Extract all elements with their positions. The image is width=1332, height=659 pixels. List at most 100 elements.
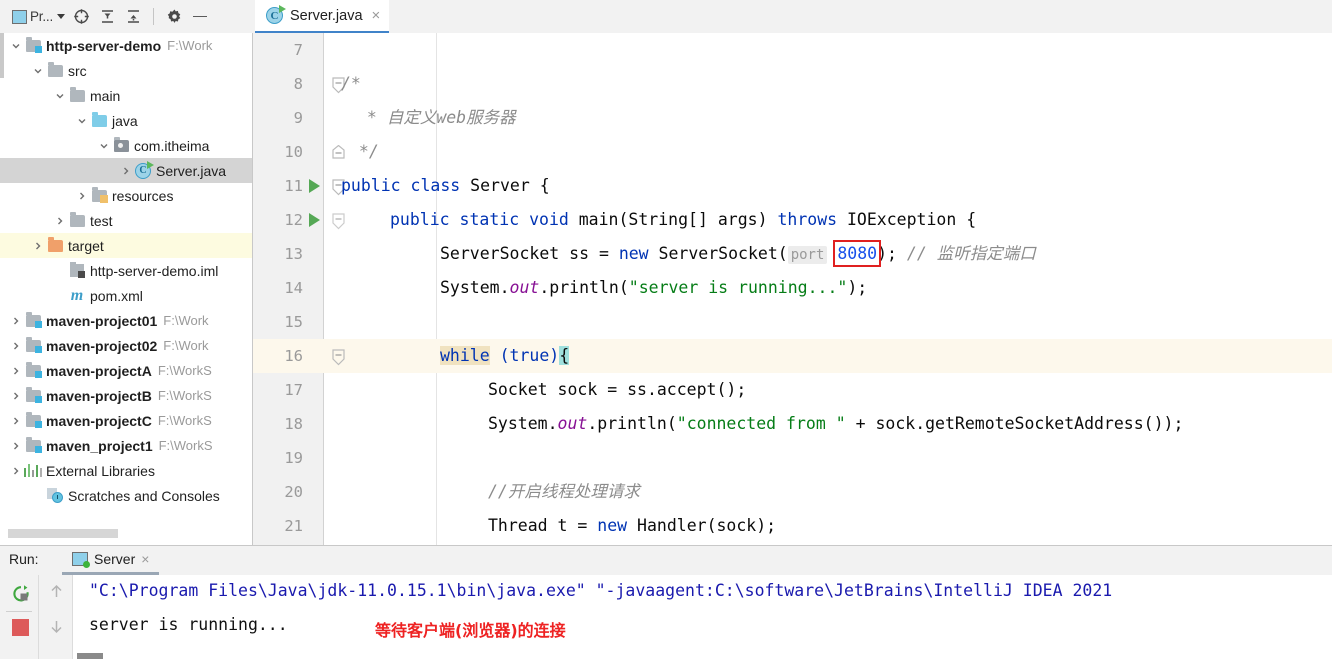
line-number: 13 [284, 245, 303, 263]
tree-item-label: src [68, 62, 87, 79]
while-condition: (true) [489, 346, 560, 365]
tree-item-label: java [112, 112, 138, 129]
hide-panel-icon[interactable] [190, 7, 210, 27]
tree-item-label: External Libraries [46, 462, 155, 479]
tree-item-label: maven-projectA [46, 362, 152, 379]
comment-star: * [357, 108, 387, 127]
line-number: 20 [284, 483, 303, 501]
code-line-15: 15 [253, 305, 1332, 339]
chevron-right-icon[interactable] [8, 466, 24, 476]
tree-item-target[interactable]: target [0, 233, 252, 258]
tree-item-http-server-demo[interactable]: http-server-demo F:\Work [0, 33, 252, 58]
horizontal-scrollbar[interactable] [8, 529, 118, 538]
code-line-14: 14 System.out.println("server is running… [253, 271, 1332, 305]
project-tree[interactable]: http-server-demo F:\Work src main java c… [0, 33, 253, 545]
tree-item-maven-project02[interactable]: maven-project02 F:\Work [0, 333, 252, 358]
tree-item-label: maven_project1 [46, 437, 153, 454]
rerun-button[interactable] [11, 584, 31, 604]
tree-item-label: pom.xml [90, 287, 143, 304]
tree-item-external-libraries[interactable]: External Libraries [0, 458, 252, 483]
tree-item-label: http-server-demo.iml [90, 262, 219, 279]
tree-item-src[interactable]: src [0, 58, 252, 83]
run-gutter-icon[interactable] [309, 179, 320, 193]
inline-comment: // 监听指定端口 [906, 243, 1036, 263]
code-line-19: 19 [253, 441, 1332, 475]
code-text: while (true){ [440, 339, 570, 373]
tree-item-maven-projectA[interactable]: maven-projectA F:\WorkS [0, 358, 252, 383]
chevron-right-icon[interactable] [8, 366, 24, 376]
line-number: 17 [284, 381, 303, 399]
module-folder-icon [24, 387, 42, 403]
locate-icon[interactable] [71, 7, 91, 27]
chevron-right-icon[interactable] [8, 341, 24, 351]
fold-marker-icon[interactable] [331, 212, 346, 229]
chevron-down-icon[interactable] [74, 116, 90, 126]
chevron-right-icon[interactable] [8, 441, 24, 451]
scroll-down-button[interactable] [48, 618, 65, 635]
folder-icon [46, 62, 64, 77]
chevron-right-icon[interactable] [74, 191, 90, 201]
parameter-hint-port: port [787, 245, 828, 264]
run-config-icon [72, 552, 90, 568]
close-icon[interactable]: × [141, 551, 149, 567]
kw-class: class [410, 176, 461, 195]
kw-modifiers: public static void [390, 210, 569, 229]
chevron-down-icon[interactable] [96, 141, 112, 151]
comment-text: 自定义web服务器 [386, 108, 516, 127]
collapse-all-icon[interactable] [123, 7, 143, 27]
chevron-right-icon[interactable] [8, 316, 24, 326]
tree-item-label: test [90, 212, 113, 229]
kw-throws: throws [777, 210, 838, 229]
tree-item-test[interactable]: test [0, 208, 252, 233]
sysout-prefix: System. [440, 278, 510, 297]
tree-item-maven-projectB[interactable]: maven-projectB F:\WorkS [0, 383, 252, 408]
tree-item-maven-projectC[interactable]: maven-projectC F:\WorkS [0, 408, 252, 433]
tree-item-com-itheima[interactable]: com.itheima [0, 133, 252, 158]
tree-item-iml[interactable]: http-server-demo.iml [0, 258, 252, 283]
tab-server-java[interactable]: C Server.java × [255, 0, 390, 33]
chevron-right-icon[interactable] [118, 166, 134, 176]
chevron-down-icon[interactable] [8, 41, 24, 51]
kw-while: while [440, 346, 490, 365]
close-icon[interactable]: × [370, 8, 381, 23]
chevron-down-icon[interactable] [30, 66, 46, 76]
tree-item-server-java[interactable]: C Server.java [0, 158, 252, 183]
settings-gear-icon[interactable] [164, 7, 184, 27]
fold-end-icon[interactable] [331, 144, 346, 160]
expand-all-icon[interactable] [97, 7, 117, 27]
tree-item-main[interactable]: main [0, 83, 252, 108]
stop-button[interactable] [12, 619, 29, 636]
console-output[interactable]: "C:\Program Files\Java\jdk-11.0.15.1\bin… [72, 575, 1332, 659]
chevron-down-icon[interactable] [52, 91, 68, 101]
tree-item-maven-project01[interactable]: maven-project01 F:\Work [0, 308, 252, 333]
chevron-right-icon[interactable] [8, 416, 24, 426]
line-number: 15 [284, 313, 303, 331]
run-tab-server[interactable]: Server × [62, 546, 160, 575]
tree-item-path: F:\WorkS [158, 438, 213, 453]
scroll-up-button[interactable] [48, 583, 65, 600]
divider [6, 611, 32, 612]
chevron-right-icon[interactable] [8, 391, 24, 401]
iml-file-icon [68, 262, 86, 278]
chevron-right-icon[interactable] [52, 216, 68, 226]
tree-item-pom-xml[interactable]: m pom.xml [0, 283, 252, 308]
chevron-down-icon [57, 14, 66, 19]
ctor-call: ServerSocket( [648, 243, 788, 263]
tree-item-maven-project1[interactable]: maven_project1 F:\WorkS [0, 433, 252, 458]
fold-marker-icon[interactable] [331, 348, 346, 365]
tree-item-resources[interactable]: resources [0, 183, 252, 208]
tree-item-java[interactable]: java [0, 108, 252, 133]
maven-file-icon: m [70, 286, 84, 304]
project-view-selector[interactable]: Pr... [12, 9, 66, 24]
code-line-20: 20 //开启线程处理请求 [253, 475, 1332, 509]
static-field-out: out [509, 278, 540, 297]
tree-item-scratches-and-consoles[interactable]: Scratches and Consoles [0, 483, 252, 508]
tree-item-label: com.itheima [134, 137, 210, 154]
ctor-tail: ); [877, 243, 907, 263]
run-gutter-icon[interactable] [309, 213, 320, 227]
tree-item-path: F:\WorkS [157, 413, 212, 428]
code-line-8: 8 /* [253, 67, 1332, 101]
chevron-right-icon[interactable] [30, 241, 46, 251]
code-editor[interactable]: 7 8 /* 9 * 自定义web服务器 10 */ 11 public cla… [253, 33, 1332, 545]
println-call: .println( [587, 414, 677, 433]
